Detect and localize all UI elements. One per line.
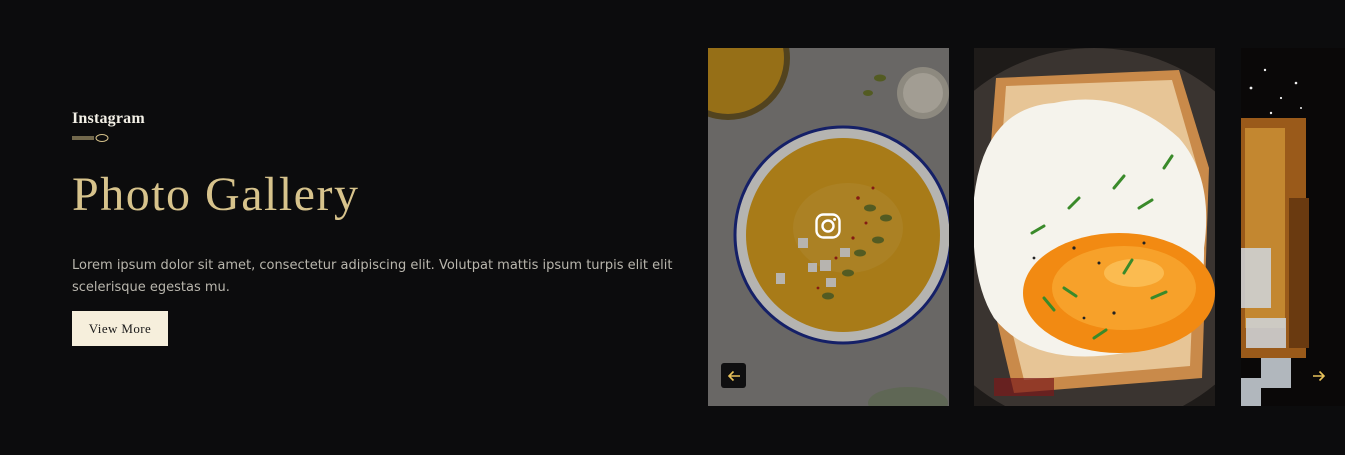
- arrow-right-icon: [1312, 370, 1325, 381]
- section-description: Lorem ipsum dolor sit amet, consectetur …: [72, 258, 673, 295]
- page-title: Photo Gallery: [72, 168, 360, 221]
- drink-photo: [1241, 48, 1345, 406]
- view-more-button[interactable]: View More: [72, 311, 168, 346]
- gallery-item-drink[interactable]: [1241, 48, 1345, 406]
- gallery-intro: Instagram Photo Gallery Lorem ipsum dolo…: [72, 110, 692, 346]
- carousel-next-button[interactable]: [1306, 363, 1331, 388]
- gallery-item-soup[interactable]: [708, 48, 949, 406]
- instagram-icon[interactable]: [815, 213, 841, 239]
- gallery-item-egg[interactable]: [974, 48, 1215, 406]
- photo-carousel[interactable]: [708, 48, 1345, 406]
- section-eyebrow: Instagram: [72, 110, 145, 127]
- carousel-prev-button[interactable]: [721, 363, 746, 388]
- spoon-divider-icon: [72, 134, 109, 142]
- arrow-left-icon: [727, 370, 740, 381]
- egg-photo: [974, 48, 1215, 406]
